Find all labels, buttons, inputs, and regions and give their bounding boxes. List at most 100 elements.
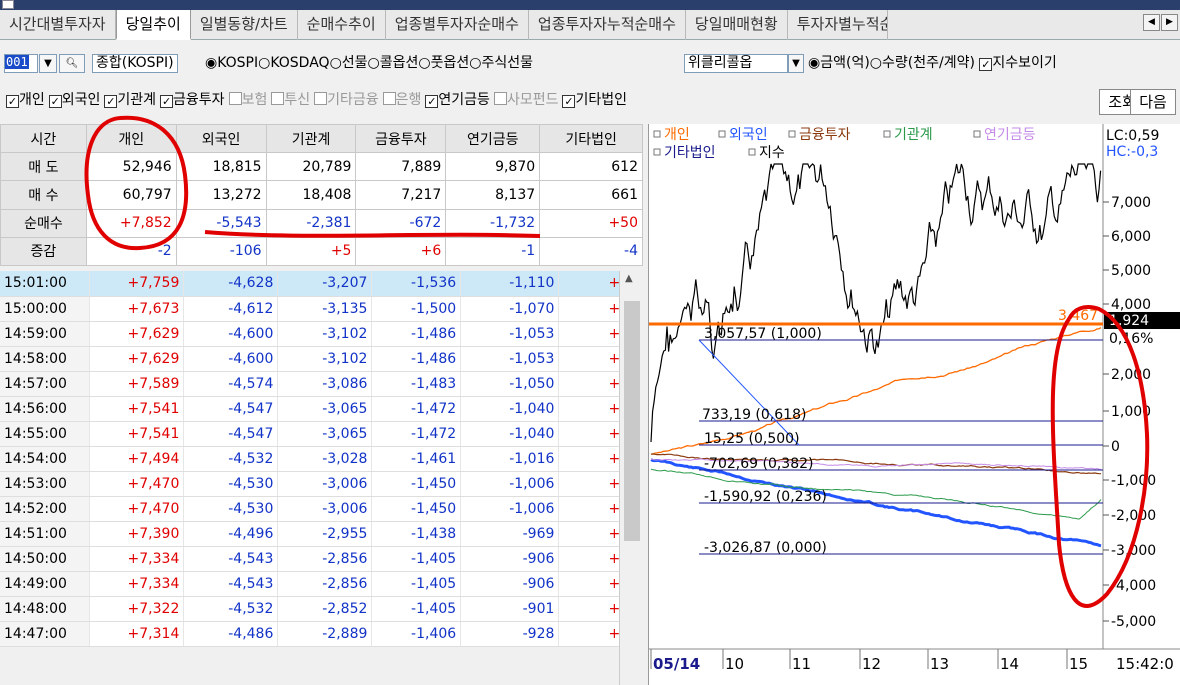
row-value: -4,530 xyxy=(183,471,279,497)
row-value: -906 xyxy=(460,571,560,597)
tab-6[interactable]: 당일매매현황 xyxy=(686,10,788,40)
chart-canvas[interactable]: 3,057,57 (1,000) 733,19 (0,618) 15,25 (0,5… xyxy=(649,124,1180,685)
table-row[interactable]: 14:58:00+7,629-4,600-3,102-1,486-1,053+6… xyxy=(0,346,643,372)
row-value: -4,600 xyxy=(183,321,279,347)
lc-label: LC:0,59 xyxy=(1106,128,1159,144)
table-row[interactable]: 14:48:00+7,322-4,532-2,852-1,405-901+60 xyxy=(0,596,643,622)
show-index-label: 지수보이기 xyxy=(992,55,1057,71)
row-value: -4,543 xyxy=(183,546,279,572)
weekly-option-select[interactable]: 위클리콜옵 xyxy=(684,54,788,73)
table-row[interactable]: 14:50:00+7,334-4,543-2,856-1,405-906+62 xyxy=(0,546,643,572)
unit-radio-group: ◉금액(억)○수량(천주/계약) ✓ 지수보이기 xyxy=(808,54,1057,73)
table-row[interactable]: 14:56:00+7,541-4,547-3,065-1,472-1,040+6… xyxy=(0,396,643,422)
row-value: -969 xyxy=(460,521,560,547)
row-value: +7,759 xyxy=(89,271,185,297)
row-value: -1,486 xyxy=(371,321,462,347)
row-value: -2,889 xyxy=(277,621,373,647)
weekly-dropdown-icon[interactable]: ▼ xyxy=(788,54,804,73)
row-value: -4,532 xyxy=(183,596,279,622)
show-index-checkbox[interactable]: ✓ xyxy=(979,58,993,71)
row-value: -2,852 xyxy=(277,596,373,622)
row-value: +7,541 xyxy=(89,421,185,447)
legend-swatch xyxy=(718,130,726,138)
row-value: +7,629 xyxy=(89,321,185,347)
legend-swatch xyxy=(973,130,981,138)
fib-label: -702,69 (0,382) xyxy=(704,456,814,472)
row-value: -1,450 xyxy=(371,496,462,522)
table-row[interactable]: 14:47:00+7,314-4,486-2,889-1,406-928+61 xyxy=(0,621,643,647)
detail-scrollbar[interactable]: ▲ xyxy=(619,271,643,685)
table-row[interactable]: 14:49:00+7,334-4,543-2,856-1,405-906+62 xyxy=(0,571,643,597)
row-value: -1,053 xyxy=(460,321,560,347)
row-value: -3,207 xyxy=(277,271,373,297)
row-value: -1,536 xyxy=(371,271,462,297)
row-value: -4,600 xyxy=(183,346,279,372)
row-time: 14:48:00 xyxy=(0,596,91,622)
row-value: -1,053 xyxy=(460,346,560,372)
row-value: +7,314 xyxy=(89,621,185,647)
table-row[interactable]: 14:59:00+7,629-4,600-3,102-1,486-1,053+6… xyxy=(0,321,643,347)
row-value: +7,334 xyxy=(89,546,185,572)
row-time: 14:52:00 xyxy=(0,496,91,522)
legend-0: 개인 xyxy=(664,127,690,143)
fib-label: -3,026,87 (0,000) xyxy=(704,540,827,556)
row-value: -928 xyxy=(460,621,560,647)
legend-5: 기타법인 xyxy=(664,145,716,161)
row-value: -1,006 xyxy=(460,496,560,522)
row-time: 15:01:00 xyxy=(0,271,91,297)
table-row[interactable]: 14:52:00+7,470-4,530-3,006-1,450-1,006+6… xyxy=(0,496,643,522)
table-row[interactable]: 15:00:00+7,673-4,612-3,135-1,500-1,070+7… xyxy=(0,296,643,322)
row-value: -4,547 xyxy=(183,396,279,422)
row-value: -4,547 xyxy=(183,421,279,447)
table-row[interactable]: 14:53:00+7,470-4,530-3,006-1,450-1,006+6… xyxy=(0,471,643,497)
row-value: -1,406 xyxy=(371,621,462,647)
fib-label: 733,19 (0,618) xyxy=(702,407,806,423)
row-value: -4,628 xyxy=(183,271,279,297)
row-value: -4,486 xyxy=(183,621,279,647)
next-button[interactable]: 다음 xyxy=(1130,89,1176,115)
fib-label: -1,590,92 (0,236) xyxy=(704,489,827,505)
row-value: -2,856 xyxy=(277,571,373,597)
row-value: +7,673 xyxy=(89,296,185,322)
row-time: 14:55:00 xyxy=(0,421,91,447)
row-value: -4,530 xyxy=(183,496,279,522)
legend-6: 지수 xyxy=(759,145,785,161)
tab-7[interactable]: 투자자별누적순 xyxy=(788,10,888,40)
row-value: +7,629 xyxy=(89,346,185,372)
x-tick-label: 11 xyxy=(792,655,811,673)
legend-1: 외국인 xyxy=(729,127,768,143)
table-row[interactable]: 14:57:00+7,589-4,574-3,086-1,483-1,050+6… xyxy=(0,371,643,397)
investor-trend-chart[interactable]: 3,057,57 (1,000) 733,19 (0,618) 15,25 (0,5… xyxy=(648,124,1180,685)
row-value: -2,856 xyxy=(277,546,373,572)
row-value: -3,006 xyxy=(277,496,373,522)
row-time: 14:58:00 xyxy=(0,346,91,372)
table-row[interactable]: 15:01:00+7,759-4,628-3,207-1,536-1,110+7… xyxy=(0,271,643,297)
table-row[interactable]: 14:54:00+7,494-4,532-3,028-1,461-1,016+6… xyxy=(0,446,643,472)
row-value: -1,110 xyxy=(460,271,560,297)
row-value: +7,541 xyxy=(89,396,185,422)
row-value: -3,135 xyxy=(277,296,373,322)
unit-radio-amount[interactable]: ◉금액(억) xyxy=(808,55,870,71)
tab-prev-icon[interactable]: ◀ xyxy=(1143,14,1160,31)
y-tick-label: 0 xyxy=(1111,439,1120,455)
row-time: 14:53:00 xyxy=(0,471,91,497)
unit-radio-qty[interactable]: ○수량(천주/계약) xyxy=(870,55,975,71)
row-time: 14:49:00 xyxy=(0,571,91,597)
tab-next-icon[interactable]: ▶ xyxy=(1161,14,1178,31)
table-row[interactable]: 14:55:00+7,541-4,547-3,065-1,472-1,040+6… xyxy=(0,421,643,447)
scroll-thumb[interactable] xyxy=(624,301,640,541)
row-time: 14:47:00 xyxy=(0,621,91,647)
row-value: -1,405 xyxy=(371,596,462,622)
row-time: 14:57:00 xyxy=(0,371,91,397)
row-value: -3,006 xyxy=(277,471,373,497)
row-value: -1,483 xyxy=(371,371,462,397)
legend-swatch xyxy=(653,130,661,138)
row-value: -906 xyxy=(460,546,560,572)
fib-label: 3,057,57 (1,000) xyxy=(704,326,822,342)
row-value: -1,486 xyxy=(371,346,462,372)
scroll-up-icon[interactable]: ▲ xyxy=(625,273,633,284)
row-value: +7,494 xyxy=(89,446,185,472)
table-row[interactable]: 14:51:00+7,390-4,496-2,955-1,438-969+58 xyxy=(0,521,643,547)
row-value: +7,589 xyxy=(89,371,185,397)
x-tick-label: 12 xyxy=(862,655,881,673)
